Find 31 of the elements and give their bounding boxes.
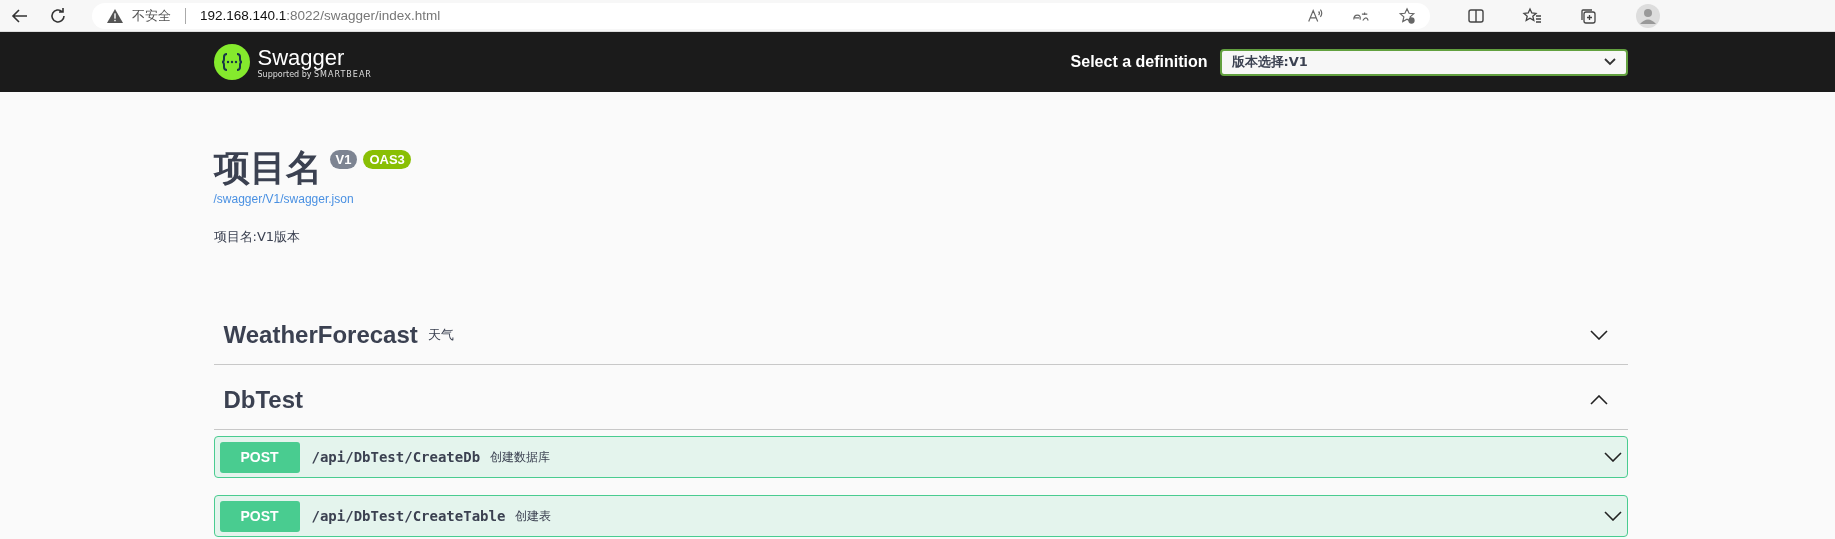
operation-path: /api/DbTest/CreateDb xyxy=(311,449,481,465)
tag-header[interactable]: WeatherForecast 天气 xyxy=(213,306,1628,365)
method-badge: POST xyxy=(219,441,300,473)
logo-text: Swagger xyxy=(257,45,345,70)
operation-row[interactable]: POST /api/DbTest/CreateDb 创建数据库 xyxy=(213,436,1628,478)
version-badge: V1 xyxy=(329,150,358,169)
logo-icon xyxy=(213,44,250,80)
url-text: 192.168.140.1:8022/swagger/index.html xyxy=(200,8,441,23)
api-title: 项目名 xyxy=(213,146,322,190)
operation-row[interactable]: POST /api/DbTest/CreateTable 创建表 xyxy=(213,495,1628,537)
chevron-down-icon xyxy=(1603,452,1622,462)
refresh-icon[interactable] xyxy=(48,5,68,26)
api-description: 项目名:V1版本 xyxy=(213,228,302,246)
operation-summary: 创建数据库 xyxy=(490,448,551,466)
operation-path: /api/DbTest/CreateTable xyxy=(311,508,506,524)
logo-tagline: Supported by SMARTBEAR xyxy=(257,69,372,79)
security-label: 不安全 xyxy=(132,6,171,25)
operation-summary: 创建表 xyxy=(515,507,552,525)
oas-badge: OAS3 xyxy=(363,150,411,169)
profile-icon[interactable] xyxy=(1636,3,1660,28)
method-badge: POST xyxy=(219,500,300,532)
chevron-up-icon xyxy=(1589,395,1608,405)
chevron-down-icon xyxy=(1589,330,1608,340)
chevron-down-icon xyxy=(1603,58,1616,66)
tag-header[interactable]: DbTest xyxy=(213,371,1628,430)
definition-select[interactable]: 版本选择:V1 xyxy=(1219,48,1628,76)
add-favorite-icon[interactable] xyxy=(1398,6,1416,25)
definition-label: Select a definition xyxy=(1070,53,1208,71)
warning-icon xyxy=(106,7,124,24)
chevron-down-icon xyxy=(1603,511,1622,521)
address-bar[interactable]: 不安全 192.168.140.1:8022/swagger/index.html xyxy=(92,2,1430,29)
